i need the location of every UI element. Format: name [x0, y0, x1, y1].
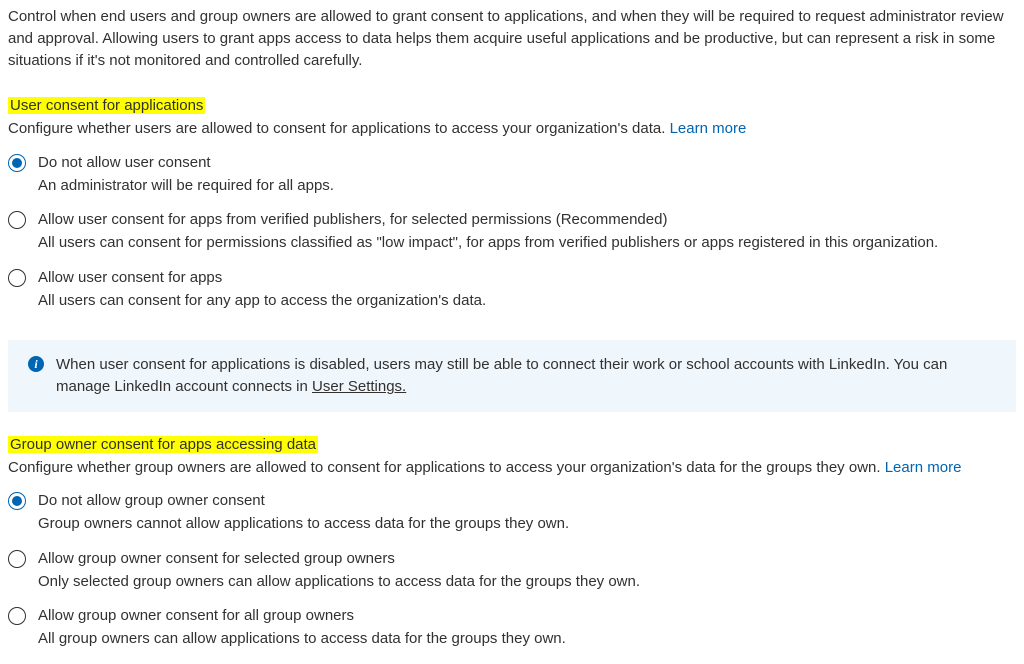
option-desc: Only selected group owners can allow app… — [38, 571, 1016, 593]
user-settings-link[interactable]: User Settings. — [312, 378, 406, 395]
option-do-not-allow-group[interactable]: Do not allow group owner consent Group o… — [8, 484, 1016, 542]
option-desc: All users can consent for permissions cl… — [38, 232, 1016, 254]
intro-text: Control when end users and group owners … — [8, 6, 1008, 71]
option-label: Allow user consent for apps — [38, 267, 1016, 289]
option-body: Do not allow group owner consent Group o… — [38, 490, 1016, 535]
option-label: Do not allow user consent — [38, 152, 1016, 174]
info-text: When user consent for applications is di… — [56, 354, 1000, 398]
radio-icon[interactable] — [8, 492, 26, 510]
section-group-owner-consent: Group owner consent for apps accessing d… — [8, 434, 1016, 657]
info-banner: i When user consent for applications is … — [8, 340, 1016, 412]
learn-more-link-group[interactable]: Learn more — [885, 459, 962, 476]
option-all-group-owners[interactable]: Allow group owner consent for all group … — [8, 599, 1016, 657]
radio-icon[interactable] — [8, 154, 26, 172]
option-selected-group-owners[interactable]: Allow group owner consent for selected g… — [8, 542, 1016, 600]
section-group-owner-subtext: Configure whether group owners are allow… — [8, 457, 1016, 479]
option-body: Allow user consent for apps from verifie… — [38, 209, 1016, 254]
info-icon: i — [28, 356, 44, 372]
radio-icon[interactable] — [8, 211, 26, 229]
group-owner-options: Do not allow group owner consent Group o… — [8, 484, 1016, 657]
option-label: Allow group owner consent for all group … — [38, 605, 1016, 627]
radio-icon[interactable] — [8, 550, 26, 568]
option-desc: Group owners cannot allow applications t… — [38, 513, 1016, 535]
option-desc: An administrator will be required for al… — [38, 175, 1016, 197]
section-user-consent-subtext-text: Configure whether users are allowed to c… — [8, 120, 670, 137]
section-user-consent-subtext: Configure whether users are allowed to c… — [8, 118, 1016, 140]
info-text-before: When user consent for applications is di… — [56, 356, 947, 395]
option-verified-publishers[interactable]: Allow user consent for apps from verifie… — [8, 203, 1016, 261]
option-body: Allow group owner consent for selected g… — [38, 548, 1016, 593]
radio-icon[interactable] — [8, 607, 26, 625]
option-label: Allow user consent for apps from verifie… — [38, 209, 1016, 231]
section-user-consent: User consent for applications Configure … — [8, 95, 1016, 318]
section-group-owner-heading: Group owner consent for apps accessing d… — [8, 436, 318, 453]
learn-more-link-user[interactable]: Learn more — [670, 120, 747, 137]
option-do-not-allow-user[interactable]: Do not allow user consent An administrat… — [8, 146, 1016, 204]
option-label: Allow group owner consent for selected g… — [38, 548, 1016, 570]
option-desc: All users can consent for any app to acc… — [38, 290, 1016, 312]
user-consent-options: Do not allow user consent An administrat… — [8, 146, 1016, 319]
section-user-consent-heading: User consent for applications — [8, 97, 205, 114]
section-group-owner-subtext-text: Configure whether group owners are allow… — [8, 459, 885, 476]
option-allow-user-consent[interactable]: Allow user consent for apps All users ca… — [8, 261, 1016, 319]
option-body: Allow group owner consent for all group … — [38, 605, 1016, 650]
option-label: Do not allow group owner consent — [38, 490, 1016, 512]
radio-icon[interactable] — [8, 269, 26, 287]
option-desc: All group owners can allow applications … — [38, 628, 1016, 650]
option-body: Allow user consent for apps All users ca… — [38, 267, 1016, 312]
option-body: Do not allow user consent An administrat… — [38, 152, 1016, 197]
